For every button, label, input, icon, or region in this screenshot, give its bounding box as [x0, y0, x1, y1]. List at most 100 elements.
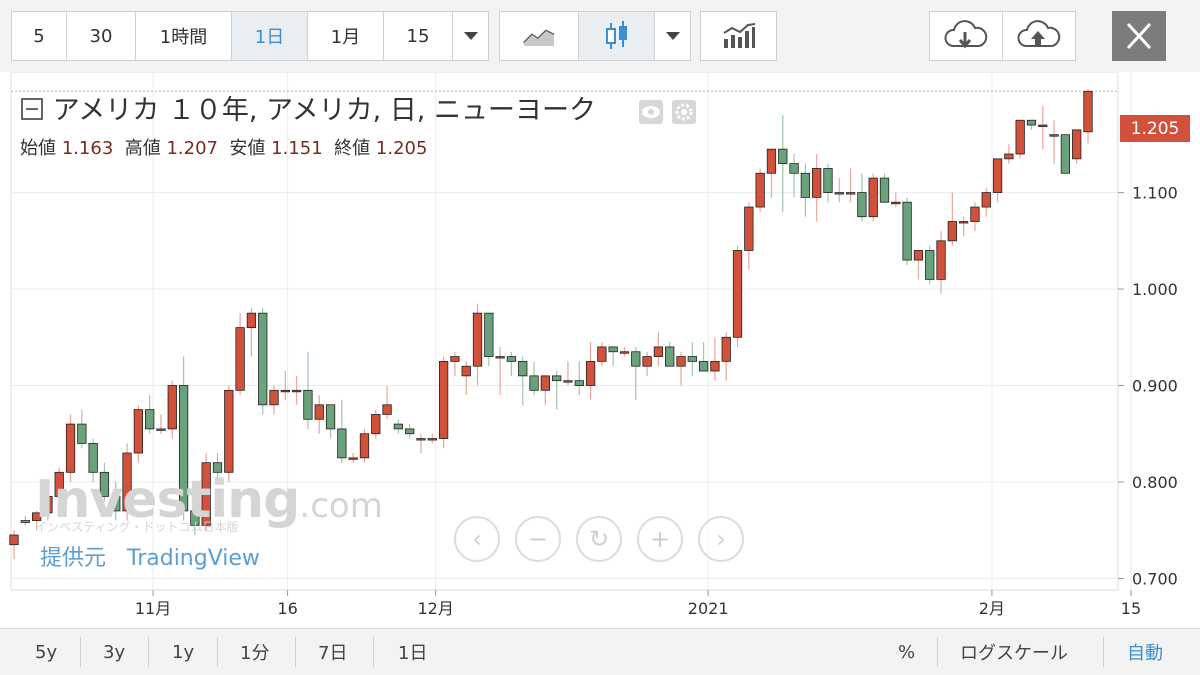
candle[interactable] [631, 346, 641, 400]
candle[interactable] [1026, 119, 1037, 130]
candle[interactable] [1049, 120, 1059, 164]
download-button[interactable] [929, 11, 1003, 61]
candle[interactable] [405, 424, 415, 439]
candle[interactable] [77, 409, 87, 449]
auto-scale-toggle[interactable]: 自動 [1127, 637, 1163, 667]
candle[interactable] [1038, 105, 1048, 150]
candle[interactable] [789, 153, 799, 198]
candle[interactable] [925, 245, 935, 285]
candle[interactable] [156, 414, 166, 434]
candle[interactable] [540, 375, 550, 405]
line-chart-button[interactable] [499, 11, 579, 61]
candle[interactable] [1083, 89, 1093, 144]
candle[interactable] [698, 342, 709, 372]
candle[interactable] [936, 231, 946, 294]
candle[interactable] [619, 346, 630, 357]
candle[interactable] [382, 385, 392, 420]
candle[interactable] [461, 361, 471, 396]
range-1min-button[interactable]: 1分 [240, 637, 269, 667]
gear-icon[interactable] [671, 99, 696, 124]
candle[interactable] [393, 419, 404, 434]
candle[interactable] [563, 361, 573, 386]
candle[interactable] [857, 173, 867, 222]
candle[interactable] [585, 342, 596, 400]
candle[interactable] [20, 515, 30, 526]
zoom-in-button[interactable]: + [637, 516, 683, 562]
candle[interactable] [371, 409, 381, 439]
candle[interactable] [608, 346, 618, 367]
tradingview-link[interactable]: TradingView [127, 546, 260, 571]
candle[interactable] [133, 404, 143, 463]
candle[interactable] [732, 245, 743, 347]
candle[interactable] [314, 395, 324, 434]
scroll-right-button[interactable]: › [698, 516, 744, 562]
indicators-button[interactable] [700, 11, 777, 61]
candle[interactable] [891, 192, 901, 208]
candle[interactable] [665, 342, 675, 367]
candle[interactable] [518, 356, 528, 405]
candle[interactable] [992, 158, 1003, 203]
candle[interactable] [1072, 129, 1082, 164]
percent-toggle[interactable]: % [898, 637, 915, 667]
candle[interactable] [258, 308, 268, 415]
candle[interactable] [529, 361, 539, 396]
candle[interactable] [325, 404, 336, 439]
collapse-icon[interactable] [20, 97, 44, 121]
candle[interactable] [416, 433, 426, 454]
interval-1d-button[interactable]: 1日 [231, 11, 308, 61]
candle[interactable] [744, 202, 754, 270]
upload-button[interactable] [1002, 11, 1076, 61]
range-1y-button[interactable]: 1y [172, 637, 194, 667]
chart-type-dropdown-button[interactable] [654, 11, 691, 61]
candle[interactable] [1004, 144, 1014, 164]
candle[interactable] [834, 178, 844, 203]
candle[interactable] [597, 342, 607, 367]
candle[interactable] [823, 163, 833, 203]
candle[interactable] [642, 351, 652, 376]
interval-15-button[interactable]: 15 [383, 11, 453, 61]
zoom-out-button[interactable]: − [515, 516, 561, 562]
candle[interactable] [959, 216, 969, 236]
candle[interactable] [868, 173, 878, 222]
candle[interactable] [710, 337, 720, 381]
candle[interactable] [902, 197, 912, 265]
candle[interactable] [337, 399, 347, 463]
candle[interactable] [438, 356, 449, 449]
candle[interactable] [552, 371, 562, 410]
candle[interactable] [472, 303, 483, 386]
candle[interactable] [495, 346, 505, 396]
range-7d-button[interactable]: 7日 [318, 637, 347, 667]
candle[interactable] [1015, 119, 1025, 159]
range-1d-button[interactable]: 1日 [398, 637, 427, 667]
candle[interactable] [269, 385, 279, 415]
candle[interactable] [224, 385, 234, 482]
interval-1h-button[interactable]: 1時間 [135, 11, 232, 61]
candle[interactable] [235, 313, 245, 396]
interval-dropdown-button[interactable] [452, 11, 489, 61]
range-3y-button[interactable]: 3y [103, 637, 125, 667]
candle[interactable] [879, 173, 890, 203]
candle[interactable] [348, 453, 358, 463]
candle[interactable] [359, 428, 370, 463]
interval-30-button[interactable]: 30 [66, 11, 136, 61]
candlestick-chart-button[interactable] [578, 11, 655, 61]
interval-5-button[interactable]: 5 [11, 11, 67, 61]
candle[interactable] [687, 342, 697, 376]
candle[interactable] [167, 380, 177, 439]
candle[interactable] [484, 312, 494, 367]
candle[interactable] [812, 153, 822, 222]
reset-button[interactable]: ↻ [576, 516, 622, 562]
candle[interactable] [246, 308, 257, 357]
candle[interactable] [913, 250, 924, 280]
candle[interactable] [721, 332, 731, 381]
candle[interactable] [755, 168, 765, 212]
scroll-left-button[interactable]: ‹ [454, 516, 500, 562]
candle[interactable] [766, 148, 777, 198]
log-scale-toggle[interactable]: ログスケール [960, 637, 1068, 667]
interval-1m-button[interactable]: 1月 [307, 11, 384, 61]
candle[interactable] [970, 202, 980, 232]
candle[interactable] [947, 192, 957, 246]
candle[interactable] [653, 332, 664, 367]
candle[interactable] [778, 115, 788, 212]
candle[interactable] [450, 351, 460, 376]
